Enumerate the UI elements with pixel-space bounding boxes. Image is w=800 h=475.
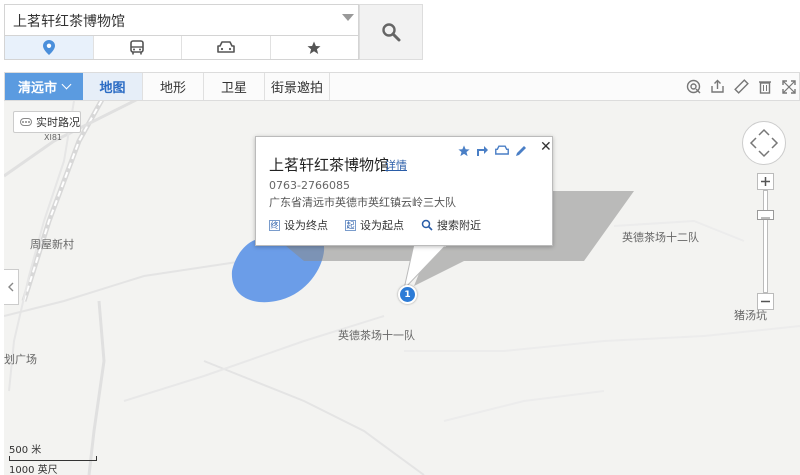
close-icon[interactable]: ✕ (540, 139, 552, 155)
ranging-icon[interactable] (685, 79, 701, 95)
map-toolbar: 清远市 地图 地形 卫星 街景邀拍 (4, 72, 800, 101)
star-icon (307, 41, 321, 54)
favorite-star-icon[interactable] (458, 145, 470, 157)
tab-terrain[interactable]: 地形 (143, 73, 204, 100)
tab-bus[interactable] (94, 36, 182, 59)
tab-satellite[interactable]: 卫星 (204, 73, 265, 100)
poi-phone: 0763-2766085 (269, 179, 350, 192)
poi-title: 上茗轩红茶博物馆 (269, 156, 390, 174)
info-window: 上茗轩红茶博物馆 详情 ✕ 0763-2766085 广东省清远市英德市英红镇云… (255, 136, 553, 246)
map-label-plaza: 划广场 (4, 353, 37, 366)
zoom-handle-grip-icon (761, 217, 770, 219)
search-icon (382, 23, 401, 42)
search-box (4, 4, 359, 37)
city-selector-button[interactable]: 清远市 (5, 73, 83, 100)
tab-terrain-label: 地形 (159, 81, 186, 96)
map-label-road-code: XI81 (44, 133, 63, 142)
tab-map[interactable]: 地图 (83, 73, 143, 100)
poi-quick-actions (458, 145, 527, 157)
set-as-destination-button[interactable]: 终 设为终点 (269, 217, 328, 233)
share-arrow-icon[interactable] (476, 145, 489, 157)
map-canvas[interactable]: 周屋新村 英德茶场十二队 英德茶场十一队 猪汤坑 划广场 XI81 实时路况 上… (4, 101, 800, 475)
location-pin-icon (42, 40, 55, 55)
bus-icon (130, 40, 145, 55)
tab-drive[interactable] (182, 36, 271, 59)
tab-favorites[interactable] (271, 36, 359, 59)
detail-link[interactable]: 详情 (385, 157, 407, 173)
share-icon[interactable] (709, 79, 725, 95)
edit-pencil-icon[interactable] (515, 145, 527, 157)
set-as-origin-label: 设为起点 (360, 219, 404, 232)
city-label: 清远市 (17, 81, 57, 96)
car-icon (216, 41, 235, 53)
tab-satellite-label: 卫星 (220, 81, 247, 96)
map-tools (685, 73, 797, 100)
search-nearby-label: 搜索附近 (437, 219, 481, 232)
search-input[interactable] (5, 5, 335, 37)
tab-map-label: 地图 (99, 81, 126, 96)
search-mode-tabs (4, 36, 359, 60)
tab-street-view-label: 街景邀拍 (270, 81, 323, 96)
traffic-toggle-button[interactable]: 实时路况 (13, 111, 81, 133)
traffic-icon (20, 118, 32, 126)
search-dropdown-icon[interactable] (342, 14, 354, 21)
map-scale: 500 米 1000 英尺 (9, 441, 97, 475)
pan-arrows-icon (749, 128, 779, 158)
start-point-icon: 起 (345, 219, 356, 231)
end-point-icon: 终 (269, 219, 280, 231)
zoom-in-button[interactable] (757, 173, 774, 190)
pan-control[interactable] (742, 121, 786, 165)
scale-imperial: 1000 英尺 (9, 465, 58, 475)
map-label-tea-farm-12: 英德茶场十二队 (622, 231, 699, 244)
tab-street-view[interactable]: 街景邀拍 (265, 73, 330, 100)
set-as-origin-button[interactable]: 起 设为起点 (345, 217, 404, 233)
ruler-icon[interactable] (733, 79, 749, 95)
zoom-slider-track[interactable] (763, 190, 768, 293)
poi-marker[interactable]: 1 (398, 285, 417, 304)
search-nearby-button[interactable]: 搜索附近 (421, 217, 481, 233)
search-nearby-icon (421, 219, 433, 231)
zoom-out-button[interactable] (757, 293, 774, 310)
search-button[interactable] (359, 4, 423, 60)
plus-icon (761, 177, 770, 186)
set-as-destination-label: 设为终点 (284, 219, 328, 232)
trash-icon[interactable] (757, 79, 773, 95)
drive-route-icon[interactable] (495, 145, 509, 156)
panel-collapse-handle[interactable] (4, 269, 19, 305)
map-label-zhouwu-village: 周屋新村 (30, 238, 74, 251)
poi-address: 广东省清远市英德市英红镇云岭三大队 (269, 196, 456, 209)
scale-metric: 500 米 (9, 445, 42, 456)
tab-place[interactable] (5, 36, 94, 59)
map-label-tea-farm-11: 英德茶场十一队 (338, 329, 415, 342)
fullscreen-icon[interactable] (781, 79, 797, 95)
chevron-left-icon (8, 282, 14, 292)
minus-icon (761, 300, 770, 303)
chevron-down-icon (61, 79, 72, 90)
traffic-label: 实时路况 (36, 116, 80, 129)
zoom-slider-handle[interactable] (757, 210, 774, 220)
